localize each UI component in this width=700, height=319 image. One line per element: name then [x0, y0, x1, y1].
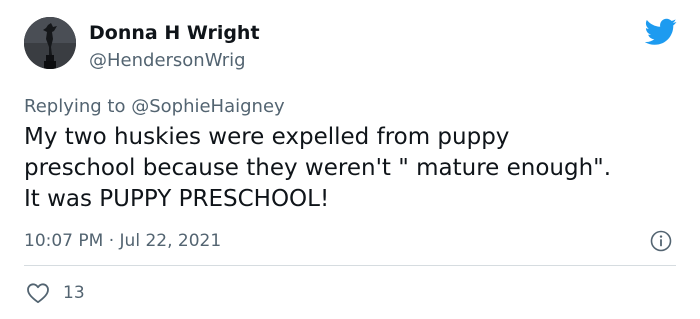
- tweet-text-line: It was PUPPY PRESCHOOL!: [24, 186, 330, 212]
- heart-icon[interactable]: [26, 282, 50, 304]
- avatar-image: [24, 17, 76, 69]
- reply-context: Replying to @SophieHaigney: [24, 96, 285, 117]
- tweet-text: My two huskies were expelled from puppy …: [24, 122, 684, 215]
- author-display-name[interactable]: Donna H Wright: [89, 22, 260, 44]
- reply-mention-link[interactable]: @SophieHaigney: [131, 96, 284, 117]
- tweet-timestamp[interactable]: 10:07 PM · Jul 22, 2021: [24, 231, 221, 251]
- reply-prefix: Replying to: [24, 96, 132, 117]
- avatar[interactable]: [24, 17, 76, 69]
- tweet-card: Donna H Wright @HendersonWrig Replying t…: [0, 0, 700, 319]
- divider: [24, 265, 676, 266]
- tweet-text-line: preschool because they weren't " mature …: [24, 155, 612, 181]
- like-count: 13: [63, 283, 85, 303]
- author-handle[interactable]: @HendersonWrig: [89, 50, 246, 71]
- info-icon[interactable]: [650, 230, 672, 252]
- tweet-text-line: My two huskies were expelled from puppy: [24, 124, 510, 150]
- twitter-bird-icon[interactable]: [645, 18, 677, 46]
